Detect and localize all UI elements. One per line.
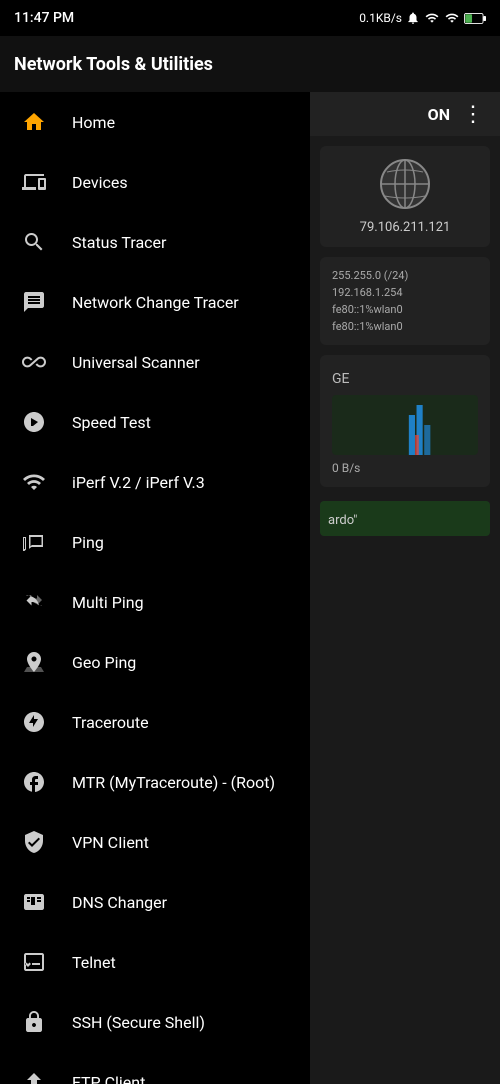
gateway: 192.168.1.254	[332, 286, 478, 299]
sidebar-item-vpn-client[interactable]: VPN CIient	[0, 812, 310, 872]
subnet-mask: 255.255.0 (/24)	[332, 269, 478, 282]
sidebar-item-status-tracer-label: Status Tracer	[72, 233, 166, 252]
app-header: Network Tools & Utilities	[0, 36, 500, 92]
traceroute-icon	[18, 706, 50, 738]
bs-label: 0 B/s	[332, 461, 478, 475]
sidebar-item-network-change-tracer[interactable]: Network Change Tracer	[0, 272, 310, 332]
sidebar-item-telnet-label: Telnet	[72, 953, 116, 972]
dns-changer-icon	[18, 886, 50, 918]
geo-ping-icon	[18, 646, 50, 678]
ge-card: GE 0 B/s	[320, 355, 490, 487]
sidebar-item-iperf[interactable]: iPerf V.2 / iPerf V.3	[0, 452, 310, 512]
status-bar: 11:47 PM 0.1KB/s	[0, 0, 500, 36]
home-icon	[18, 106, 50, 138]
devices-icon	[18, 166, 50, 198]
sidebar-item-universal-scanner[interactable]: Universal Scanner	[0, 332, 310, 392]
sidebar-item-ssh-label: SSH (Secure Shell)	[72, 1013, 205, 1032]
battery-icon	[464, 12, 486, 25]
status-icons: 0.1KB/s	[359, 11, 486, 25]
status-tracer-icon	[18, 226, 50, 258]
vpn-client-icon	[18, 826, 50, 858]
ip-info-card: 79.106.211.121	[320, 146, 490, 247]
main-content-area: ON ⋮ 79.106.211.121	[310, 92, 500, 1084]
sidebar-item-multi-ping[interactable]: Multi Ping	[0, 572, 310, 632]
network-change-tracer-icon	[18, 286, 50, 318]
sidebar-item-devices[interactable]: Devices	[0, 152, 310, 212]
mtr-icon	[18, 766, 50, 798]
sidebar-item-multi-ping-label: Multi Ping	[72, 593, 144, 612]
main-body: 79.106.211.121 255.255.0 (/24) 192.168.1…	[310, 136, 500, 1084]
universal-scanner-icon	[18, 346, 50, 378]
sidebar-item-universal-scanner-label: Universal Scanner	[72, 353, 200, 372]
sidebar-item-speed-test[interactable]: Speed Test	[0, 392, 310, 452]
sidebar-item-home-label: Home	[72, 113, 115, 132]
public-ip: 79.106.211.121	[332, 220, 478, 235]
alarm-icon	[406, 11, 420, 25]
sidebar-item-traceroute-label: Traceroute	[72, 713, 149, 732]
sidebar-item-home[interactable]: Home	[0, 92, 310, 152]
ftp-client-icon	[18, 1066, 50, 1084]
wifi-icon	[444, 11, 460, 25]
sidebar-item-vpn-client-label: VPN CIient	[72, 833, 149, 852]
speed-test-icon	[18, 406, 50, 438]
sidebar-item-dns-changer-label: DNS Changer	[72, 893, 167, 912]
speed-indicator: 0.1KB/s	[359, 11, 402, 25]
sidebar-item-status-tracer[interactable]: Status Tracer	[0, 212, 310, 272]
sidebar-item-traceroute[interactable]: Traceroute	[0, 692, 310, 752]
sidebar-item-telnet[interactable]: Telnet	[0, 932, 310, 992]
ipv6-addr-2: fe80::1%wlan0	[332, 320, 478, 333]
globe-icon	[379, 158, 431, 210]
navigation-drawer: Home Devices Status Tracer	[0, 92, 310, 1084]
sidebar-item-devices-label: Devices	[72, 173, 128, 192]
sidebar-item-ping-label: Ping	[72, 533, 104, 552]
overflow-menu-button[interactable]: ⋮	[458, 98, 488, 131]
ping-icon	[18, 526, 50, 558]
sidebar-item-network-change-tracer-label: Network Change Tracer	[72, 293, 239, 312]
sidebar-item-dns-changer[interactable]: DNS Changer	[0, 872, 310, 932]
main-toolbar: ON ⋮	[310, 92, 500, 136]
signal-icon	[424, 11, 440, 25]
ssh-icon	[18, 1006, 50, 1038]
telnet-icon	[18, 946, 50, 978]
sidebar-item-iperf-label: iPerf V.2 / iPerf V.3	[72, 473, 205, 492]
ipv6-addr-1: fe80::1%wlan0	[332, 303, 478, 316]
sidebar-item-ping[interactable]: Ping	[0, 512, 310, 572]
globe-icon-container	[332, 158, 478, 210]
sidebar-item-mtr-label: MTR (MyTraceroute) - (Root)	[72, 773, 275, 792]
sidebar-item-geo-ping-label: Geo Ping	[72, 653, 136, 672]
main-header-title: ON	[322, 105, 458, 124]
sidebar-item-speed-test-label: Speed Test	[72, 413, 151, 432]
green-status-bar: ardo"	[320, 501, 490, 536]
ge-label: GE	[332, 371, 478, 387]
sidebar-item-ftp-client-label: FTP Client	[72, 1073, 145, 1084]
app-title: Network Tools & Utilities	[14, 54, 486, 75]
sidebar-item-ssh[interactable]: SSH (Secure Shell)	[0, 992, 310, 1052]
sidebar-item-ftp-client[interactable]: FTP Client	[0, 1052, 310, 1084]
network-details-card: 255.255.0 (/24) 192.168.1.254 fe80::1%wl…	[320, 257, 490, 345]
multi-ping-icon	[18, 586, 50, 618]
main-layout: Home Devices Status Tracer	[0, 92, 500, 1084]
status-time: 11:47 PM	[14, 10, 74, 26]
sidebar-item-geo-ping[interactable]: Geo Ping	[0, 632, 310, 692]
iperf-icon	[18, 466, 50, 498]
green-bar-text: ardo"	[328, 513, 357, 528]
sidebar-item-mtr[interactable]: MTR (MyTraceroute) - (Root)	[0, 752, 310, 812]
network-chart	[332, 395, 478, 455]
